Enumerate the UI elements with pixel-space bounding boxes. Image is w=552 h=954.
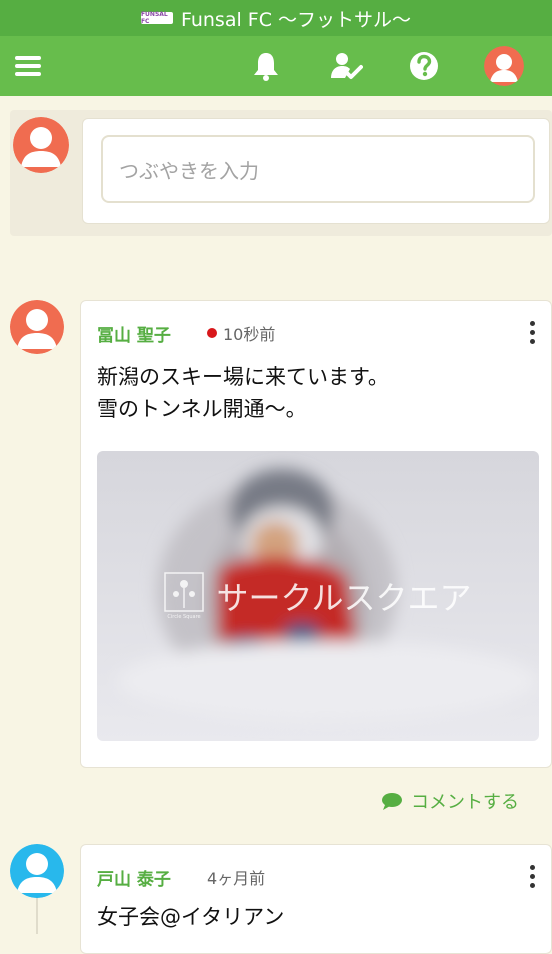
comment-button[interactable]: コメントする [381, 788, 519, 814]
app-title-bar: FUNSAL FC Funsal FC 〜フットサル〜 [0, 0, 552, 36]
post-time-text: 10秒前 [223, 325, 276, 344]
notifications-button[interactable] [246, 46, 286, 86]
member-confirm-button[interactable] [326, 46, 366, 86]
post-input-placeholder: つぶやきを入力 [119, 158, 259, 183]
top-navbar [0, 36, 552, 96]
comment-label: コメントする [411, 792, 519, 813]
post-body: 新潟のスキー場に来ています。 雪のトンネル開通〜。 [97, 365, 389, 421]
post-timestamp: 4ヶ月前 [207, 865, 265, 889]
watermark-text: サークルスクエア [216, 579, 472, 617]
more-dot [529, 321, 535, 326]
post-author-name[interactable]: 戸山 泰子 [97, 865, 171, 890]
post-menu-button[interactable] [529, 321, 535, 344]
post-card: 戸山 泰子 4ヶ月前 女子会@イタリアン [80, 844, 552, 954]
more-dot [529, 330, 535, 335]
profile-button[interactable] [484, 46, 524, 86]
post-photo[interactable]: Circle Square サークルスクエア [97, 451, 539, 741]
app-logo: FUNSAL FC [140, 11, 173, 25]
help-icon [410, 52, 438, 80]
member-check-icon [331, 53, 363, 79]
composer-avatar [13, 117, 69, 173]
post-author-avatar[interactable] [10, 844, 64, 898]
post-composer: つぶやきを入力 [10, 110, 552, 236]
post-menu-button[interactable] [529, 865, 535, 888]
new-indicator-dot [207, 328, 217, 338]
more-dot [529, 339, 535, 344]
post-timestamp: 10秒前 [207, 321, 275, 345]
help-button[interactable] [404, 46, 444, 86]
composer-card: つぶやきを入力 [82, 118, 550, 224]
post-time-text: 4ヶ月前 [207, 869, 266, 888]
photo-watermark: Circle Square サークルスクエア [97, 451, 539, 741]
comment-bubble-icon [382, 793, 402, 810]
more-dot [529, 865, 535, 870]
post-author-name[interactable]: 冨山 聖子 [97, 321, 171, 346]
svg-text:Circle Square: Circle Square [168, 614, 201, 620]
more-dot [529, 883, 535, 888]
circle-square-logo-icon: Circle Square [164, 572, 205, 620]
more-dot [529, 874, 535, 879]
post-card: 冨山 聖子 10秒前 新潟のスキー場に来ています。 雪のトンネル開通〜。 Cir… [80, 300, 552, 768]
bell-icon [254, 53, 278, 81]
menu-icon [15, 56, 41, 76]
profile-avatar [484, 46, 524, 86]
post-input[interactable]: つぶやきを入力 [101, 135, 535, 203]
menu-button[interactable] [8, 46, 48, 86]
app-title: Funsal FC 〜フットサル〜 [180, 8, 412, 31]
post-body: 女子会@イタリアン [97, 905, 285, 929]
post-author-avatar[interactable] [10, 300, 64, 354]
